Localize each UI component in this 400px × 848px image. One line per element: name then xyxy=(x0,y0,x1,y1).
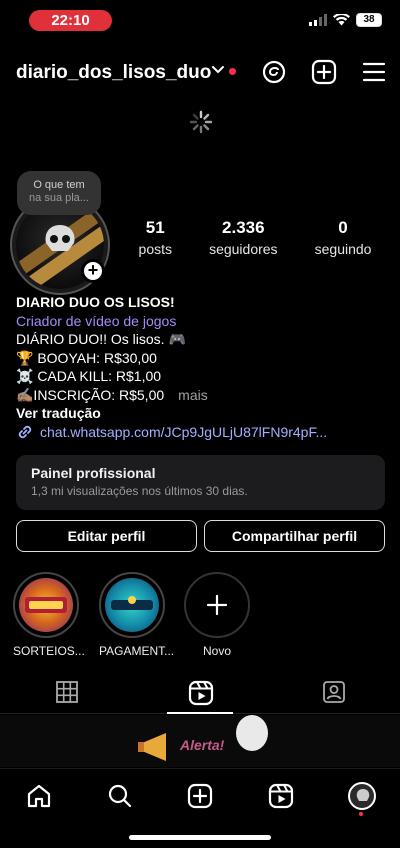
tagged-icon[interactable] xyxy=(322,680,346,704)
wifi-icon xyxy=(333,14,350,26)
stat-following[interactable]: 0 seguindo xyxy=(315,218,372,257)
stat-posts[interactable]: 51 posts xyxy=(139,218,172,257)
edit-profile-button[interactable]: Editar perfil xyxy=(16,520,197,552)
highlight-pagamentos-image xyxy=(105,578,159,632)
reels-icon[interactable] xyxy=(268,783,294,809)
bio-line-4-wrap: ✍🏽INSCRIÇÃO: R$5,00 mais xyxy=(16,386,386,405)
dashboard-title: Painel profissional xyxy=(31,465,156,481)
bio-category[interactable]: Criador de vídeo de jogos xyxy=(16,312,386,331)
home-icon[interactable] xyxy=(26,783,52,809)
note-bubble[interactable]: O que tem na sua pla... xyxy=(17,171,101,215)
profile-avatar[interactable] xyxy=(348,782,376,810)
status-time: 22:10 xyxy=(29,10,112,31)
battery-icon: 38 xyxy=(356,13,382,27)
highlight-pagamentos-label: PAGAMENT... xyxy=(99,644,175,658)
promo-text: Alerta! xyxy=(180,737,225,753)
bio-line-4: ✍🏽INSCRIÇÃO: R$5,00 xyxy=(16,386,165,403)
status-bar: 22:10 38 xyxy=(0,0,400,44)
stat-followers-label: seguidores xyxy=(209,241,278,257)
stat-posts-value: 51 xyxy=(145,218,165,237)
stat-following-value: 0 xyxy=(338,218,348,237)
threads-icon[interactable] xyxy=(261,59,287,85)
menu-icon[interactable] xyxy=(361,59,387,85)
link-icon xyxy=(18,425,32,438)
reels-icon[interactable] xyxy=(188,680,214,706)
add-story-button[interactable]: + xyxy=(81,259,105,283)
share-profile-button[interactable]: Compartilhar perfil xyxy=(204,520,385,552)
account-username[interactable]: diario_dos_lisos_duo xyxy=(16,62,211,84)
chevron-down-icon[interactable] xyxy=(211,65,225,75)
balloon-image xyxy=(236,715,268,751)
promo-banner[interactable]: Alerta! xyxy=(0,715,400,767)
active-tab-indicator xyxy=(167,712,233,714)
highlight-sorteios[interactable]: SORTEIOS... xyxy=(13,572,85,658)
signal-icon xyxy=(309,14,327,26)
content-tabs xyxy=(0,672,400,714)
highlight-sorteios-label: SORTEIOS... xyxy=(13,644,85,658)
loading-spinner-icon xyxy=(189,110,213,134)
status-icons: 38 xyxy=(309,13,382,27)
highlight-sorteios-image xyxy=(19,578,73,632)
search-icon[interactable] xyxy=(107,783,133,809)
bio-name: DIARIO DUO OS LISOS! xyxy=(16,294,175,310)
note-text-line2: na sua pla... xyxy=(29,192,89,204)
profile-notification-dot xyxy=(359,812,363,816)
stat-followers[interactable]: 2.336 seguidores xyxy=(209,218,278,257)
bio-line-3: ☠️ CADA KILL: R$1,00 xyxy=(16,368,162,384)
megaphone-icon xyxy=(138,733,166,761)
bio-more-link[interactable]: mais xyxy=(178,387,208,403)
highlight-new-label: Novo xyxy=(202,644,231,658)
highlight-ring xyxy=(99,572,165,638)
professional-dashboard[interactable]: Painel profissional 1,3 mi visualizações… xyxy=(16,455,385,510)
translate-link[interactable]: Ver tradução xyxy=(16,404,386,423)
account-notification-dot xyxy=(229,68,236,75)
create-icon[interactable] xyxy=(311,59,337,85)
note-text-line1: O que tem xyxy=(33,179,85,191)
highlight-new-ring xyxy=(184,572,250,638)
highlight-pagamentos[interactable]: PAGAMENT... xyxy=(99,572,175,658)
bio-link-text: chat.whatsapp.com/JCp9JgULjU87lFN9r4pF..… xyxy=(40,423,328,440)
highlight-new[interactable]: Novo xyxy=(184,572,250,658)
stat-following-label: seguindo xyxy=(314,241,372,257)
dashboard-subtitle: 1,3 mi visualizações nos últimos 30 dias… xyxy=(31,484,248,498)
profile-stats: 51 posts 2.336 seguidores 0 seguindo xyxy=(120,218,390,257)
bio-line-1: DIÁRIO DUO!! Os lisos. 🎮 xyxy=(16,331,186,347)
profile-bio: DIARIO DUO OS LISOS! Criador de vídeo de… xyxy=(16,293,386,441)
profile-header: diario_dos_lisos_duo xyxy=(0,56,400,90)
bio-line-2: 🏆 BOOYAH: R$30,00 xyxy=(16,349,157,366)
grid-icon[interactable] xyxy=(55,680,79,704)
create-icon[interactable] xyxy=(187,783,213,809)
bio-external-link[interactable]: chat.whatsapp.com/JCp9JgULjU87lFN9r4pF..… xyxy=(16,423,386,442)
bottom-navigation xyxy=(0,768,400,848)
home-indicator[interactable] xyxy=(129,835,271,840)
plus-icon xyxy=(206,594,228,616)
highlight-ring xyxy=(13,572,79,638)
stat-followers-value: 2.336 xyxy=(222,218,265,237)
stat-posts-label: posts xyxy=(138,241,172,257)
